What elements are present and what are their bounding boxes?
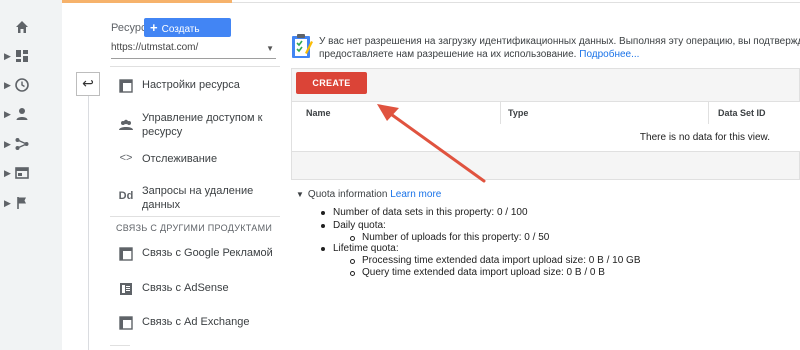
quota-subitem: Query time extended data import upload s… — [350, 267, 605, 278]
empty-state-text: There is no data for this view. — [639, 132, 770, 143]
rail-behavior[interactable]: ▶ — [0, 162, 62, 186]
column-separator — [500, 102, 501, 124]
sidebar-item-label: Настройки ресурса — [142, 79, 240, 91]
column-header-data-set-id[interactable]: Data Set ID — [718, 108, 766, 118]
dropdown-arrow-icon: ▼ — [266, 44, 274, 53]
expand-caret-icon: ▶ — [4, 51, 11, 61]
sidebar-item-tracking[interactable]: <> Отслеживание — [110, 152, 280, 168]
quota-subitem: Number of uploads for this property: 0 /… — [349, 232, 550, 243]
notice-text-line1: У вас нет разрешения на загрузку идентиф… — [319, 36, 800, 47]
sidebar-item-label: Запросы на удаление данных — [142, 185, 254, 211]
column-separator — [708, 102, 709, 124]
sidebar-item-google-ads-link[interactable]: Связь с Google Рекламой — [110, 246, 280, 262]
sidebar-item-label: Управление доступом к ресурсу — [142, 112, 263, 138]
sidebar-item-access-management[interactable]: Управление доступом к ресурсу — [110, 111, 280, 141]
learn-more-link[interactable]: Подробнее... — [579, 49, 639, 60]
notice-text-line2: предоставляете нам разрешение на их испо… — [319, 49, 577, 60]
quota-subitem: Processing time extended data import upl… — [350, 255, 641, 266]
sidebar-item-label: Отслеживание — [142, 153, 218, 165]
quota-item: Number of data sets in this property: 0 … — [321, 207, 528, 218]
column-header-type[interactable]: Type — [508, 108, 528, 118]
back-arrow-icon: ↩ — [82, 75, 94, 91]
rail-customization[interactable]: ▶ — [0, 45, 62, 69]
property-selector[interactable]: https://utmstat.com/ ▼ — [111, 42, 276, 59]
sidebar-item-property-settings[interactable]: Настройки ресурса — [110, 78, 280, 94]
top-divider — [232, 2, 800, 3]
quota-title: Quota information — [307, 189, 388, 200]
plus-icon: + — [150, 20, 158, 35]
sidebar-item-label: Связь с Google Рекламой — [142, 247, 273, 259]
expand-caret-icon: ▶ — [4, 109, 11, 119]
sidebar-item-data-deletion[interactable]: Dd Запросы на удаление данных — [110, 184, 280, 214]
rail-acquisition[interactable]: ▶ — [0, 133, 62, 157]
dashboard-icon — [16, 50, 28, 62]
property-url: https://utmstat.com/ — [111, 42, 199, 53]
rail-realtime[interactable]: ▶ — [0, 74, 62, 98]
expand-caret-icon: ▶ — [4, 139, 11, 149]
rail-conversions[interactable]: ▶ — [0, 192, 62, 216]
clock-icon — [15, 78, 29, 92]
column-divider — [88, 96, 89, 350]
rail-home[interactable] — [0, 16, 62, 40]
dd-icon: Dd — [118, 190, 134, 202]
quota-learn-more-link[interactable]: Learn more — [390, 189, 441, 200]
clipboard-check-icon — [292, 34, 313, 58]
sidebar-item-ad-exchange-link[interactable]: Связь с Ad Exchange — [110, 315, 280, 331]
sidebar-divider — [110, 66, 280, 67]
quota-section-toggle[interactable]: ▼ Quota information Learn more — [296, 189, 441, 200]
code-icon: <> — [119, 152, 133, 164]
create-button[interactable]: CREATE — [296, 72, 367, 94]
person-icon — [16, 108, 28, 120]
rail-audience[interactable]: ▶ — [0, 103, 62, 127]
collapse-triangle-icon: ▼ — [296, 190, 304, 199]
settings-page-icon — [119, 79, 133, 93]
google-ads-icon — [119, 247, 133, 261]
create-resource-button[interactable]: + Создать ресурс — [144, 18, 231, 54]
column-header-name[interactable]: Name — [306, 108, 331, 118]
sidebar-item-label: Связь с Ad Exchange — [142, 316, 250, 328]
table-header: Name Type Data Set ID — [292, 101, 800, 125]
sidebar-divider — [110, 345, 130, 346]
expand-caret-icon: ▶ — [4, 198, 11, 208]
quota-item: Daily quota: — [321, 220, 386, 231]
top-accent-bar — [62, 0, 232, 3]
sidebar-item-adsense-link[interactable]: Связь с AdSense — [110, 281, 280, 297]
left-nav-rail: ▶ ▶ ▶ ▶ ▶ ▶ — [0, 0, 62, 350]
flag-icon — [17, 197, 26, 209]
home-icon — [16, 21, 28, 33]
sidebar-item-label: Связь с AdSense — [142, 282, 229, 294]
resource-label: Ресурс — [111, 22, 147, 34]
table-empty-row: There is no data for this view. — [292, 124, 800, 152]
expand-caret-icon: ▶ — [4, 168, 11, 178]
adsense-icon — [120, 283, 132, 295]
expand-caret-icon: ▶ — [4, 80, 11, 90]
people-icon — [119, 119, 133, 130]
quota-item: Lifetime quota: — [321, 243, 399, 254]
ad-exchange-icon — [119, 316, 133, 330]
sidebar-divider — [110, 216, 280, 217]
acquisition-icon — [15, 138, 29, 150]
section-heading-product-links: СВЯЗЬ С ДРУГИМИ ПРОДУКТАМИ — [116, 223, 273, 233]
back-button[interactable]: ↩ — [76, 72, 100, 96]
behavior-icon — [15, 167, 29, 179]
